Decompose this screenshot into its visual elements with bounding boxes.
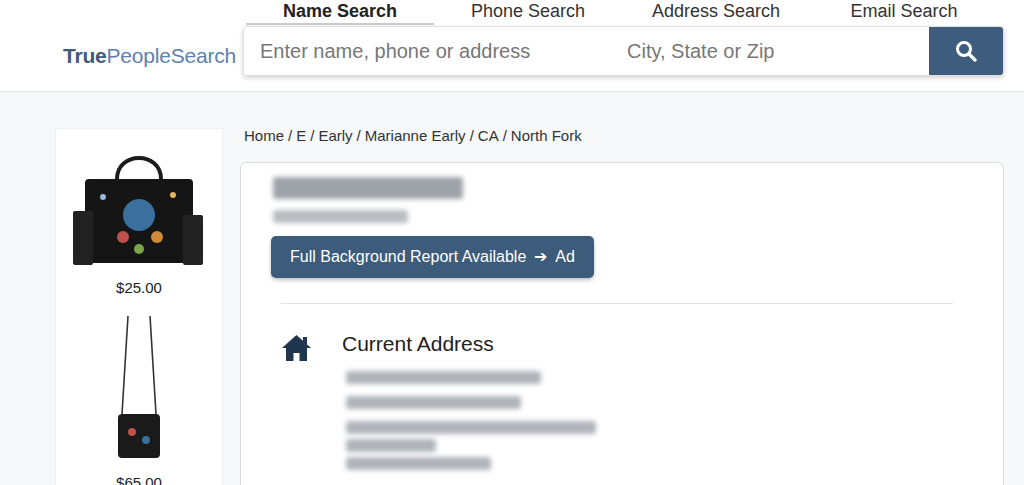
breadcrumb-separator: / [499, 127, 511, 144]
breadcrumb-item[interactable]: E [296, 127, 306, 144]
breadcrumb-separator: / [353, 127, 365, 144]
search-tab[interactable]: Email Search [810, 0, 998, 25]
logo-bold-part[interactable]: True [63, 44, 107, 67]
breadcrumb-item[interactable]: North Fork [511, 127, 582, 144]
address-line [346, 457, 491, 470]
report-button[interactable]: Full Background Report Available ➔ Ad [271, 236, 594, 278]
breadcrumb-item[interactable]: CA [478, 127, 499, 144]
ad-price[interactable]: $65.00 [56, 472, 222, 485]
breadcrumb-separator: / [466, 127, 478, 144]
breadcrumb-item[interactable]: Home [244, 127, 284, 144]
search-button[interactable] [929, 27, 1003, 75]
logo-area: TruePeopleSearch [0, 0, 243, 91]
site-logo[interactable]: TruePeopleSearch [63, 40, 236, 72]
breadcrumb-separator: / [306, 127, 318, 144]
main-content: Home/E/Early/Marianne Early/CA/North For… [240, 128, 1004, 485]
address-line [346, 396, 521, 409]
ad-item[interactable]: $25.00 [56, 149, 222, 300]
person-name [273, 177, 463, 199]
ad-item[interactable]: $65.00 [56, 314, 222, 485]
ad-column: $25.00 $65.00 [55, 128, 223, 485]
logo-light-part[interactable]: PeopleSearch [107, 44, 237, 67]
ad-tag[interactable]: Ad [555, 245, 575, 269]
search-form [243, 26, 1004, 76]
person-card: Full Background Report Available ➔ Ad Curre… [240, 162, 1004, 485]
query-input[interactable] [244, 27, 611, 75]
search-area: Name SearchPhone SearchAddress SearchEma… [243, 0, 1004, 91]
address-line [346, 439, 436, 452]
ad-price[interactable]: $25.00 [56, 277, 222, 300]
search-tab[interactable]: Phone Search [434, 0, 622, 25]
breadcrumb: Home/E/Early/Marianne Early/CA/North For… [244, 126, 1004, 146]
address-line [346, 371, 541, 384]
person-age [273, 210, 408, 223]
report-label[interactable]: Full Background Report Available [290, 245, 526, 269]
divider [281, 303, 953, 304]
address-section: Current Address [271, 304, 973, 482]
search-tabs: Name SearchPhone SearchAddress SearchEma… [246, 0, 1004, 25]
address-details: Current Address [342, 331, 596, 482]
breadcrumb-item[interactable]: Early [318, 127, 352, 144]
house-icon [281, 334, 312, 362]
search-icon [954, 39, 978, 63]
address-title: Current Address [342, 331, 596, 357]
search-tab[interactable]: Name Search [246, 0, 434, 25]
arrow-icon[interactable]: ➔ [534, 245, 547, 269]
search-tab[interactable]: Address Search [622, 0, 810, 25]
crossbody-bag-picture [114, 314, 164, 464]
site-header: TruePeopleSearch Name SearchPhone Search… [0, 0, 1024, 92]
breadcrumb-separator: / [284, 127, 296, 144]
location-input[interactable] [611, 27, 929, 75]
breadcrumb-item[interactable]: Marianne Early [365, 127, 466, 144]
tote-bag-picture [73, 149, 205, 269]
page-body: $25.00$65.00 Home/E/Early/Marianne Early… [0, 92, 1024, 485]
address-line [346, 421, 596, 434]
